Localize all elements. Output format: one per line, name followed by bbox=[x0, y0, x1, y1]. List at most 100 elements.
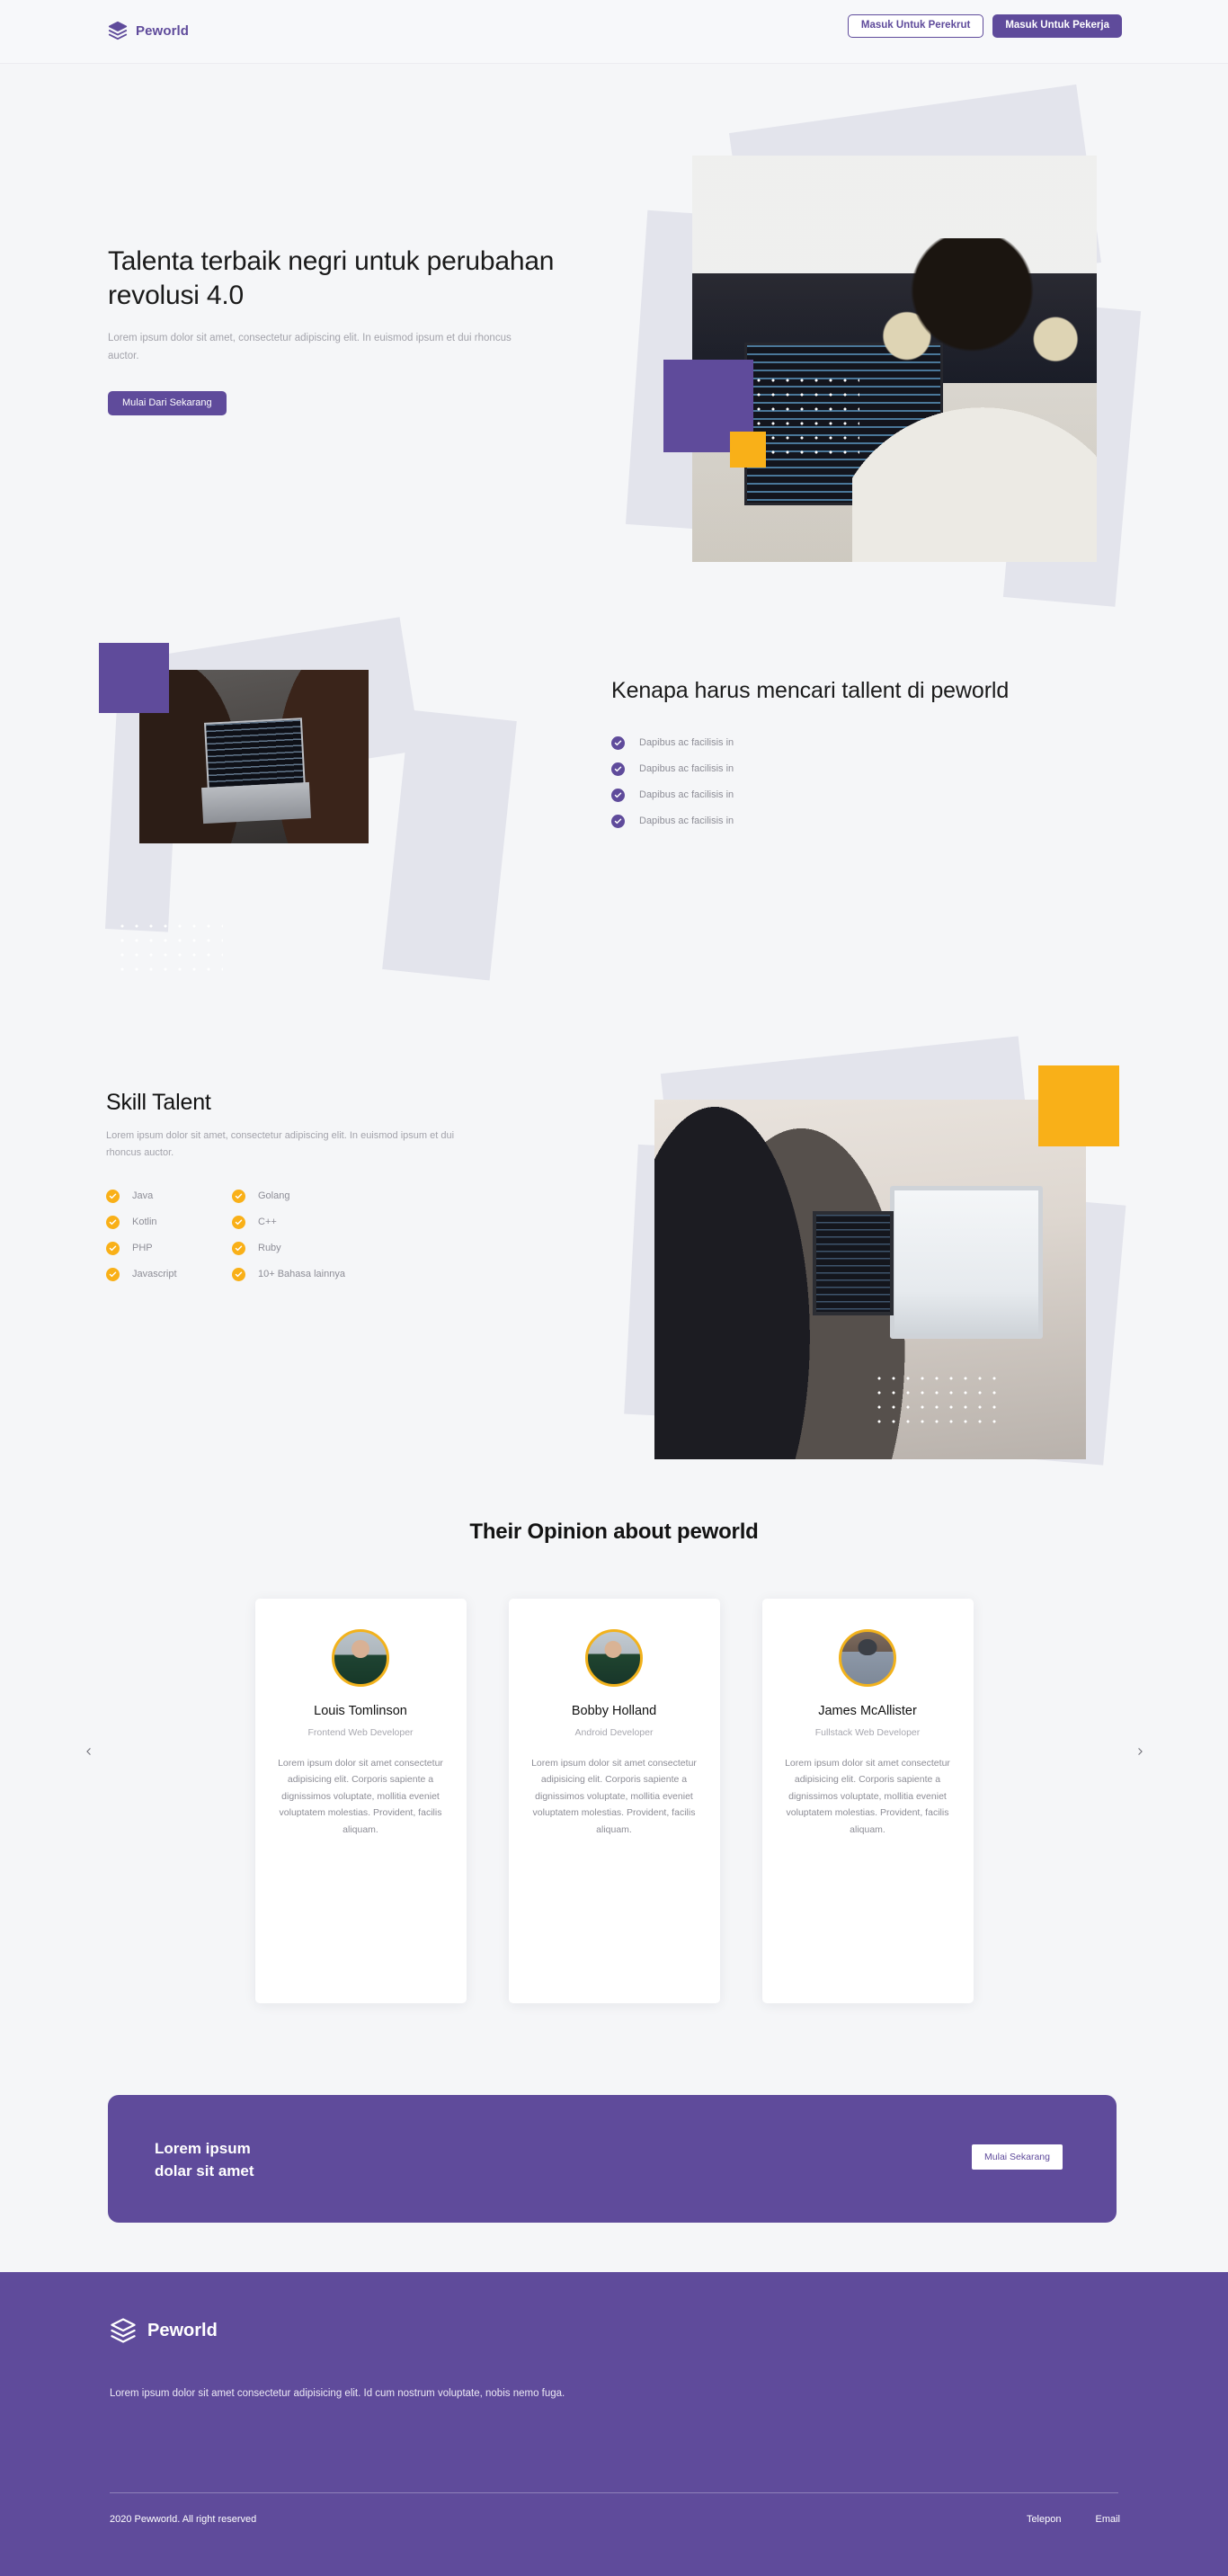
hero-text-block: Talenta terbaik negri untuk perubahan re… bbox=[108, 245, 593, 416]
skill-photo bbox=[654, 1100, 1086, 1459]
list-item: Golang bbox=[232, 1189, 412, 1203]
recruiter-login-button[interactable]: Masuk Untuk Perekrut bbox=[847, 14, 984, 38]
list-item: Dapibus ac facilisis in bbox=[611, 735, 1079, 750]
top-navbar: Peworld Masuk Untuk Perekrut Masuk Untuk… bbox=[0, 0, 1228, 64]
footer-link-email[interactable]: Email bbox=[1095, 2514, 1120, 2525]
hero-media-composition bbox=[625, 84, 1142, 607]
carousel-prev-button[interactable] bbox=[76, 1740, 100, 1763]
list-item: Java bbox=[106, 1189, 232, 1203]
landing-page: Peworld Masuk Untuk Perekrut Masuk Untuk… bbox=[0, 0, 1228, 2576]
check-circle-icon bbox=[232, 1189, 245, 1203]
list-item: Dapibus ac facilisis in bbox=[611, 762, 1079, 776]
cta-banner-line2: dolar sit amet bbox=[155, 2162, 254, 2179]
list-item-label: Java bbox=[132, 1190, 154, 1201]
check-circle-icon bbox=[611, 762, 625, 776]
cta-banner-title: Lorem ipsum dolar sit amet bbox=[155, 2138, 254, 2182]
hero-cta-button[interactable]: Mulai Dari Sekarang bbox=[108, 391, 227, 416]
testimonial-card[interactable]: Louis Tomlinson Frontend Web Developer L… bbox=[254, 1599, 467, 2003]
brand-name: Peworld bbox=[136, 22, 190, 39]
footer-links: Telepon Email bbox=[1027, 2514, 1120, 2525]
layers-icon bbox=[111, 2318, 136, 2343]
testimonials-title: Their Opinion about peworld bbox=[469, 1520, 759, 1544]
list-item: Dapibus ac facilisis in bbox=[611, 788, 1079, 802]
testimonial-role: Android Developer bbox=[574, 1727, 654, 1738]
navbar-actions: Masuk Untuk Perekrut Masuk Untuk Pekerja bbox=[847, 14, 1122, 38]
testimonial-role: Fullstack Web Developer bbox=[814, 1727, 921, 1738]
chevron-right-icon bbox=[1137, 1748, 1143, 1755]
testimonial-quote: Lorem ipsum dolor sit amet consectetur a… bbox=[531, 1758, 697, 1835]
footer-copyright: 2020 Pewworld. All right reserved bbox=[110, 2514, 257, 2525]
chevron-left-icon bbox=[85, 1748, 91, 1755]
brand-logo[interactable]: Peworld bbox=[108, 21, 189, 40]
why-heading: Kenapa harus mencari tallent di peworld bbox=[611, 678, 1010, 703]
list-item-label: Golang bbox=[258, 1190, 290, 1201]
check-circle-icon bbox=[106, 1215, 120, 1229]
list-item-label: Dapibus ac facilisis in bbox=[639, 816, 734, 826]
skill-heading: Skill Talent bbox=[106, 1090, 211, 1115]
list-item: Ruby bbox=[232, 1241, 412, 1255]
testimonials-carousel: Louis Tomlinson Frontend Web Developer L… bbox=[0, 1599, 1228, 2003]
worker-login-button[interactable]: Masuk Untuk Pekerja bbox=[992, 14, 1122, 38]
footer-link-telepon[interactable]: Telepon bbox=[1027, 2514, 1062, 2525]
avatar bbox=[839, 1629, 896, 1687]
footer-brand[interactable]: Peworld bbox=[110, 2317, 218, 2344]
skill-media-composition bbox=[624, 1036, 1133, 1470]
check-circle-icon bbox=[232, 1215, 245, 1229]
testimonial-name: James McAllister bbox=[818, 1704, 917, 1718]
layers-icon bbox=[108, 21, 128, 40]
testimonial-name: Louis Tomlinson bbox=[314, 1704, 407, 1718]
list-item: Javascript bbox=[106, 1267, 232, 1281]
cta-banner-line1: Lorem ipsum bbox=[155, 2140, 251, 2157]
site-footer: Peworld Lorem ipsum dolor sit amet conse… bbox=[0, 2272, 1228, 2576]
decorative-yellow-square bbox=[730, 432, 766, 468]
why-media-composition bbox=[99, 607, 566, 1030]
hero-heading: Talenta terbaik negri untuk perubahan re… bbox=[108, 246, 555, 310]
check-circle-icon bbox=[106, 1241, 120, 1255]
list-item-label: 10+ Bahasa lainnya bbox=[258, 1269, 345, 1279]
list-item-label: Dapibus ac facilisis in bbox=[639, 763, 734, 774]
list-item-label: Dapibus ac facilisis in bbox=[639, 789, 734, 800]
list-item-label: Javascript bbox=[132, 1269, 177, 1279]
testimonial-card[interactable]: Bobby Holland Android Developer Lorem ip… bbox=[508, 1599, 720, 2003]
check-circle-icon bbox=[106, 1267, 120, 1281]
list-item: Kotlin bbox=[106, 1215, 232, 1229]
why-photo bbox=[139, 670, 369, 843]
list-item: 10+ Bahasa lainnya bbox=[232, 1267, 412, 1281]
avatar bbox=[585, 1629, 643, 1687]
list-item: C++ bbox=[232, 1215, 412, 1229]
skill-text-block: Skill Talent Lorem ipsum dolor sit amet,… bbox=[106, 1090, 538, 1281]
cta-banner-button[interactable]: Mulai Sekarang bbox=[972, 2144, 1063, 2170]
check-circle-icon bbox=[611, 788, 625, 802]
list-item: Dapibus ac facilisis in bbox=[611, 814, 1079, 828]
testimonial-card[interactable]: James McAllister Fullstack Web Developer… bbox=[761, 1599, 974, 2003]
testimonial-role: Frontend Web Developer bbox=[307, 1727, 414, 1738]
list-item-label: C++ bbox=[258, 1217, 277, 1227]
decorative-dot-grid bbox=[752, 373, 859, 459]
check-circle-icon bbox=[611, 735, 625, 750]
list-item-label: Ruby bbox=[258, 1243, 281, 1253]
avatar bbox=[332, 1629, 389, 1687]
testimonial-quote: Lorem ipsum dolor sit amet consectetur a… bbox=[278, 1758, 443, 1835]
decorative-dot-grid bbox=[115, 919, 223, 973]
cta-banner: Lorem ipsum dolar sit amet Mulai Sekaran… bbox=[108, 2095, 1117, 2223]
why-benefit-list: Dapibus ac facilisis in Dapibus ac facil… bbox=[611, 735, 1079, 828]
testimonial-quote: Lorem ipsum dolor sit amet consectetur a… bbox=[785, 1758, 950, 1835]
skill-list: Java Golang Kotlin C++ PHP Ruby Javascri… bbox=[106, 1189, 538, 1281]
footer-description: Lorem ipsum dolor sit amet consectetur a… bbox=[110, 2388, 565, 2399]
check-circle-icon bbox=[106, 1189, 120, 1203]
decorative-purple-square bbox=[99, 643, 169, 713]
list-item-label: PHP bbox=[132, 1243, 153, 1253]
check-circle-icon bbox=[232, 1241, 245, 1255]
footer-divider bbox=[110, 2492, 1118, 2493]
list-item-label: Kotlin bbox=[132, 1217, 157, 1227]
skill-paragraph: Lorem ipsum dolor sit amet, consectetur … bbox=[106, 1130, 455, 1159]
testimonial-name: Bobby Holland bbox=[571, 1704, 657, 1718]
why-text-block: Kenapa harus mencari tallent di peworld … bbox=[611, 676, 1079, 841]
footer-brand-name: Peworld bbox=[147, 2320, 218, 2340]
check-circle-icon bbox=[232, 1267, 245, 1281]
decorative-yellow-square bbox=[1038, 1065, 1119, 1146]
carousel-next-button[interactable] bbox=[1128, 1740, 1152, 1763]
list-item: PHP bbox=[106, 1241, 232, 1255]
check-circle-icon bbox=[611, 814, 625, 828]
hero-paragraph: Lorem ipsum dolor sit amet, consectetur … bbox=[108, 333, 512, 362]
